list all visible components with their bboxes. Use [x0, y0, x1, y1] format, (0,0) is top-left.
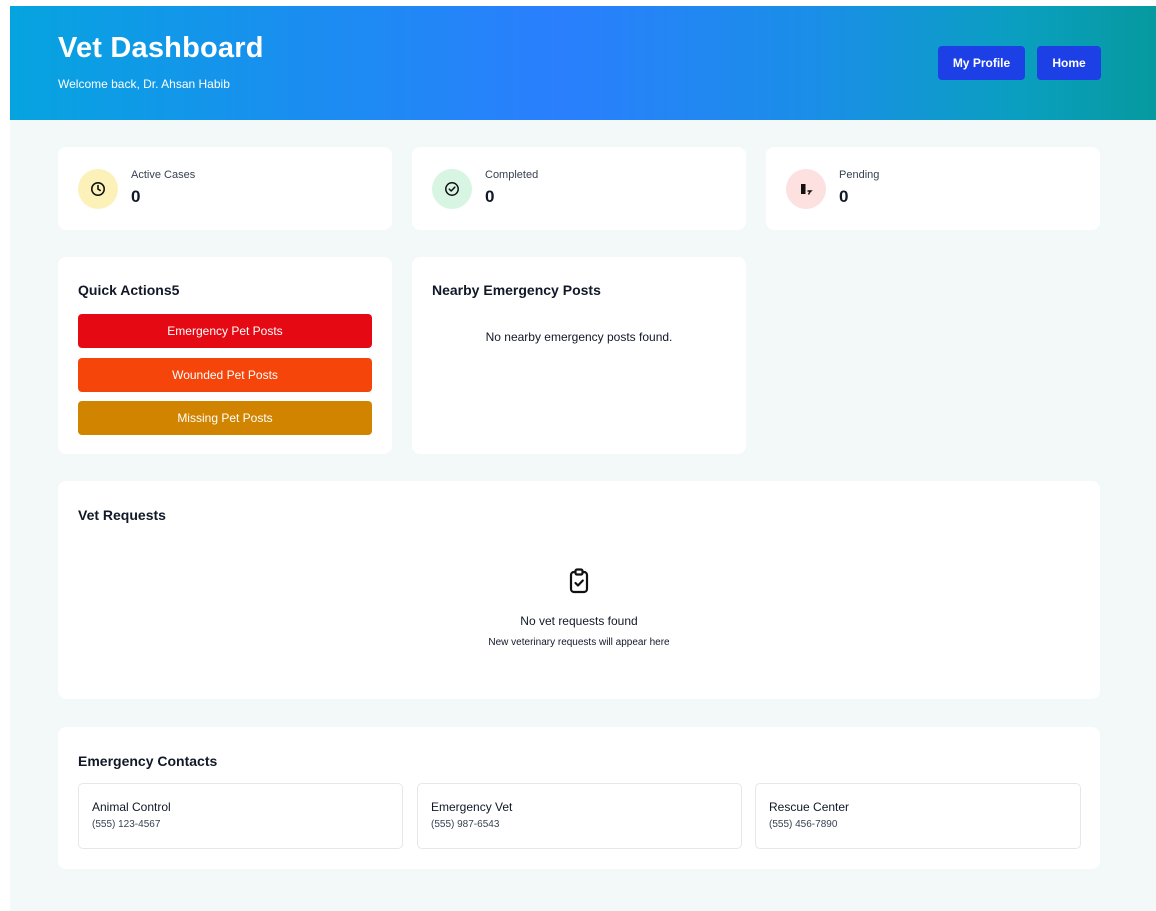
- contact-card-emergency-vet[interactable]: Emergency Vet (555) 987-6543: [417, 783, 742, 849]
- home-button[interactable]: Home: [1037, 46, 1101, 80]
- check-circle-icon: [432, 169, 472, 209]
- vet-requests-card: Vet Requests No vet requests found New v…: [58, 481, 1100, 699]
- contact-phone: (555) 456-7890: [769, 819, 838, 830]
- emergency-contacts-card: Emergency Contacts Animal Control (555) …: [58, 727, 1100, 869]
- quick-actions-title: Quick Actions5: [78, 282, 180, 298]
- contact-name: Emergency Vet: [431, 800, 513, 814]
- contact-phone: (555) 987-6543: [431, 819, 500, 830]
- page-title: Vet Dashboard: [58, 32, 264, 64]
- contact-name: Rescue Center: [769, 800, 850, 814]
- welcome-text: Welcome back, Dr. Ahsan Habib: [58, 77, 230, 91]
- stat-card-active-cases: Active Cases 0: [58, 147, 392, 230]
- quick-actions-card: Quick Actions5 Emergency Pet Posts Wound…: [58, 257, 392, 454]
- my-profile-button[interactable]: My Profile: [938, 46, 1025, 80]
- vet-requests-empty-subtitle: New veterinary requests will appear here: [488, 637, 670, 648]
- contact-phone: (555) 123-4567: [92, 819, 161, 830]
- nearby-emergency-title: Nearby Emergency Posts: [432, 282, 601, 298]
- missing-pet-posts-button[interactable]: Missing Pet Posts: [78, 401, 372, 435]
- wounded-pet-posts-button[interactable]: Wounded Pet Posts: [78, 358, 372, 392]
- clock-icon: [78, 169, 118, 209]
- dashboard-header: Vet Dashboard Welcome back, Dr. Ahsan Ha…: [10, 6, 1156, 120]
- clipboard-check-icon: [567, 568, 591, 594]
- hourglass-icon: [786, 169, 826, 209]
- contact-card-animal-control[interactable]: Animal Control (555) 123-4567: [78, 783, 403, 849]
- vet-requests-title: Vet Requests: [78, 507, 166, 523]
- stat-label: Completed: [485, 169, 539, 181]
- contact-name: Animal Control: [92, 800, 171, 814]
- contact-card-rescue-center[interactable]: Rescue Center (555) 456-7890: [755, 783, 1081, 849]
- stat-label: Active Cases: [131, 169, 196, 181]
- stat-value: 0: [131, 187, 141, 206]
- stat-value: 0: [839, 187, 849, 206]
- stat-value: 0: [485, 187, 495, 206]
- stat-label: Pending: [839, 169, 880, 181]
- nearby-empty-text: No nearby emergency posts found.: [485, 330, 673, 344]
- emergency-pet-posts-button[interactable]: Emergency Pet Posts: [78, 314, 372, 348]
- vet-requests-empty-title: No vet requests found: [520, 614, 638, 628]
- stat-card-completed: Completed 0: [412, 147, 746, 230]
- stat-card-pending: Pending 0: [766, 147, 1100, 230]
- emergency-contacts-title: Emergency Contacts: [78, 753, 218, 769]
- page-background: Vet Dashboard Welcome back, Dr. Ahsan Ha…: [10, 6, 1156, 911]
- nearby-emergency-posts-card: Nearby Emergency Posts No nearby emergen…: [412, 257, 746, 454]
